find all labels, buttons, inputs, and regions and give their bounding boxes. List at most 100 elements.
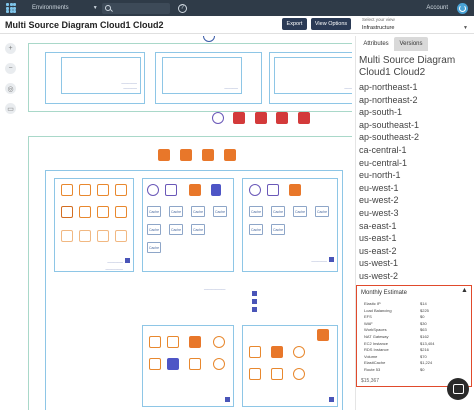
nacl-icon[interactable] — [252, 291, 257, 296]
database-icon[interactable] — [211, 184, 221, 196]
cache-node[interactable]: Cache — [147, 242, 161, 253]
instance-icon[interactable] — [149, 358, 161, 370]
ec2-icon[interactable] — [202, 149, 214, 161]
diagram-canvas[interactable]: _______ ________ _______ ___ ________ __… — [22, 36, 352, 410]
security-service-icon[interactable] — [255, 112, 267, 124]
print-icon[interactable]: ▭ — [5, 103, 16, 114]
instance-icon[interactable] — [189, 358, 201, 370]
security-service-icon[interactable] — [298, 112, 310, 124]
cache-node[interactable]: Cache — [191, 224, 205, 235]
ec2-icon[interactable] — [158, 149, 170, 161]
estimate-row: Elastic IP $14 — [364, 301, 456, 306]
instance-icon[interactable] — [61, 206, 73, 218]
igw-icon[interactable] — [203, 36, 215, 42]
instance-icon[interactable] — [167, 336, 179, 348]
ec2-icon[interactable] — [317, 329, 329, 341]
subnet-right[interactable]: Cache Cache Cache Cache Cache Cache ____… — [242, 178, 338, 272]
load-balancer-icon[interactable] — [289, 184, 301, 196]
security-service-icon[interactable] — [233, 112, 245, 124]
load-balancer-icon[interactable] — [189, 336, 201, 348]
instance-icon[interactable] — [271, 368, 283, 380]
ec2-icon[interactable] — [224, 149, 236, 161]
cache-node[interactable]: Cache — [249, 224, 263, 235]
instance-icon[interactable] — [115, 206, 127, 218]
subnet-middle[interactable]: Cache Cache Cache Cache Cache Cache Cach… — [142, 178, 234, 272]
chevron-down-icon[interactable]: ▼ — [93, 5, 98, 11]
app-logo-icon[interactable] — [6, 3, 16, 13]
cache-node[interactable]: Cache — [315, 206, 329, 217]
nacl-icon[interactable] — [125, 258, 130, 263]
instance-icon[interactable] — [61, 184, 73, 196]
subnet[interactable]: _______ ________ — [61, 57, 141, 94]
cache-node-icon[interactable] — [165, 184, 177, 196]
subnet[interactable]: ______ — [274, 57, 352, 94]
environments-menu[interactable]: Environments — [32, 5, 69, 11]
subnet-lower-left[interactable] — [142, 325, 234, 407]
lambda-icon[interactable] — [293, 368, 305, 380]
instance-icon[interactable] — [115, 184, 127, 196]
vpc-main[interactable]: ________ _________ Cache Cache Cache Cac… — [45, 170, 343, 410]
subnet-lower-right[interactable] — [242, 325, 338, 407]
estimate-row: NAT Gateway $162 — [364, 334, 456, 339]
lambda-icon[interactable] — [213, 358, 225, 370]
account-menu[interactable]: Account — [426, 5, 448, 11]
cache-node[interactable]: Cache — [249, 206, 263, 217]
cache-node[interactable]: Cache — [147, 206, 161, 217]
vpc-1[interactable]: _______ ________ — [45, 52, 145, 104]
router-icon[interactable] — [249, 184, 261, 196]
cache-node[interactable]: Cache — [191, 206, 205, 217]
load-balancer-icon[interactable] — [271, 346, 283, 358]
nacl-icon[interactable] — [225, 397, 230, 402]
database-icon[interactable] — [167, 358, 179, 370]
cache-node[interactable]: Cache — [213, 206, 227, 217]
instance-icon[interactable] — [149, 336, 161, 348]
lambda-icon[interactable] — [213, 336, 225, 348]
zoom-out-button[interactable]: − — [5, 63, 16, 74]
power-icon[interactable] — [457, 2, 468, 14]
instance-icon[interactable] — [115, 230, 127, 242]
instance-icon[interactable] — [61, 230, 73, 242]
subnet-left[interactable]: ________ _________ — [54, 178, 134, 272]
instance-icon[interactable] — [97, 184, 109, 196]
security-service-icon[interactable] — [276, 112, 288, 124]
load-balancer-icon[interactable] — [189, 184, 201, 196]
instance-icon[interactable] — [79, 230, 91, 242]
zoom-in-button[interactable]: + — [5, 43, 16, 54]
cache-node[interactable]: Cache — [169, 224, 183, 235]
help-icon[interactable]: ? — [177, 3, 187, 13]
cache-node-icon[interactable] — [267, 184, 279, 196]
chat-icon[interactable] — [447, 378, 469, 400]
fit-screen-icon[interactable]: ◎ — [5, 83, 16, 94]
subnet[interactable]: _______ — [162, 57, 242, 94]
region-bottom[interactable]: ________ _________ Cache Cache Cache Cac… — [28, 136, 352, 410]
region-top[interactable]: _______ ________ _______ ______ — [28, 43, 352, 112]
cache-node[interactable]: Cache — [169, 206, 183, 217]
chevron-up-icon[interactable]: ▲ — [461, 287, 468, 294]
router-icon[interactable] — [147, 184, 159, 196]
instance-icon[interactable] — [79, 206, 91, 218]
instance-icon[interactable] — [79, 184, 91, 196]
vpn-gateway-icon[interactable] — [212, 112, 224, 124]
search-input[interactable] — [101, 2, 170, 14]
cache-node[interactable]: Cache — [271, 224, 285, 235]
vpc-3[interactable]: ______ — [269, 52, 352, 104]
lambda-icon[interactable] — [293, 346, 305, 358]
nacl-icon[interactable] — [329, 397, 334, 402]
cache-node[interactable]: Cache — [271, 206, 285, 217]
instance-icon[interactable] — [249, 346, 261, 358]
instance-icon[interactable] — [249, 368, 261, 380]
nacl-icon[interactable] — [252, 307, 257, 312]
export-button[interactable]: Export — [282, 18, 307, 30]
cache-node[interactable]: Cache — [147, 224, 161, 235]
nacl-icon[interactable] — [252, 299, 257, 304]
ec2-icon[interactable] — [180, 149, 192, 161]
vpc-2[interactable]: _______ — [155, 52, 262, 104]
tab-versions[interactable]: Versions — [394, 37, 428, 51]
instance-icon[interactable] — [97, 230, 109, 242]
tab-attributes[interactable]: Attributes — [358, 37, 394, 51]
nacl-icon[interactable] — [329, 257, 334, 262]
cache-node[interactable]: Cache — [293, 206, 307, 217]
instance-icon[interactable] — [97, 206, 109, 218]
view-select[interactable]: Infrastructure ▼ — [362, 23, 470, 32]
view-options-button[interactable]: View Options — [311, 18, 351, 30]
